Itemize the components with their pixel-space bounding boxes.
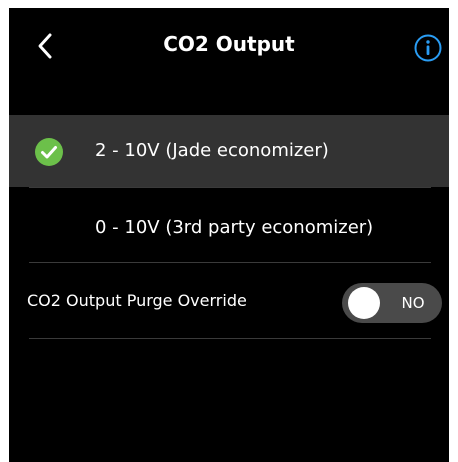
divider xyxy=(29,187,431,188)
toggle-knob xyxy=(348,287,380,319)
purge-override-row: CO2 Output Purge Override NO xyxy=(9,264,449,338)
screen: CO2 Output 2 - 10V (Jade economizer) 0 -… xyxy=(9,8,449,462)
option-3rd-party-economizer[interactable]: 0 - 10V (3rd party economizer) xyxy=(9,192,449,264)
page-title: CO2 Output xyxy=(163,32,295,56)
option-label: 0 - 10V (3rd party economizer) xyxy=(95,217,374,238)
purge-override-label: CO2 Output Purge Override xyxy=(27,291,247,310)
option-label: 2 - 10V (Jade economizer) xyxy=(95,140,329,161)
header: CO2 Output xyxy=(9,8,449,80)
divider xyxy=(29,338,431,339)
purge-override-toggle[interactable]: NO xyxy=(342,283,442,323)
info-button[interactable] xyxy=(413,33,443,63)
divider xyxy=(29,262,431,263)
toggle-state-text: NO xyxy=(401,294,425,312)
info-icon xyxy=(413,33,443,63)
option-jade-economizer[interactable]: 2 - 10V (Jade economizer) xyxy=(9,115,449,187)
check-circle-icon xyxy=(34,137,64,167)
